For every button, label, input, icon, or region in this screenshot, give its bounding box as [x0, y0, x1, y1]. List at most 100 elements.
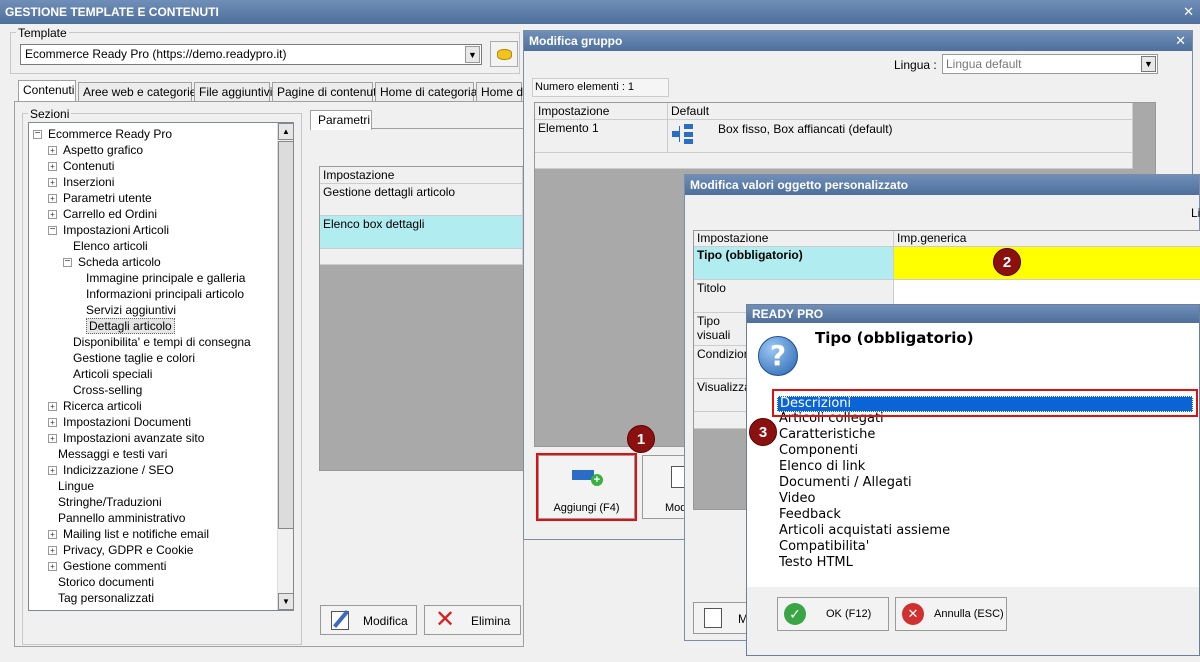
tree-item[interactable]: − Impostazioni Articoli	[48, 222, 169, 238]
collapse-icon[interactable]: −	[33, 129, 42, 140]
modifica-button[interactable]: Modifica	[320, 605, 417, 635]
expand-icon[interactable]: +	[48, 210, 57, 220]
params-row-gestione[interactable]: Gestione dettagli articolo	[320, 184, 523, 216]
tab-parametri[interactable]: Parametri	[310, 110, 372, 130]
expand-icon[interactable]: +	[48, 562, 57, 572]
tree-item[interactable]: Servizi aggiuntivi	[78, 302, 176, 318]
group-row-name[interactable]: Elemento 1	[535, 120, 668, 153]
expand-icon[interactable]: +	[48, 402, 57, 412]
custom-row-condizione[interactable]: Condizione	[694, 346, 754, 379]
tree-item[interactable]: Gestione taglie e colori	[63, 350, 195, 366]
expand-icon[interactable]: +	[48, 466, 57, 476]
scroll-down-icon[interactable]: ▼	[278, 593, 293, 610]
cancel-icon: ✕	[902, 603, 924, 625]
tree-item[interactable]: Articoli speciali	[63, 366, 152, 382]
tree-item[interactable]: Disponibilita' e tempi di consegna	[63, 334, 251, 350]
tree-item[interactable]: + Carrello ed Ordini	[48, 206, 157, 222]
annulla-button[interactable]: ✕ Annulla (ESC)	[895, 597, 1007, 631]
collapse-icon[interactable]: −	[48, 225, 57, 236]
option-item[interactable]: Componenti	[779, 443, 858, 459]
custom-row-tipo-visuali[interactable]: Tipo visuali	[694, 313, 754, 346]
sections-tree[interactable]: − Ecommerce Ready Pro + Aspetto grafico + Con…	[28, 122, 294, 611]
tree-item-label: Articoli speciali	[73, 367, 153, 381]
check-icon: ✓	[784, 603, 806, 625]
expand-icon[interactable]: +	[48, 530, 57, 540]
scroll-up-icon[interactable]: ▲	[278, 123, 293, 140]
tree-item[interactable]: + Impostazioni avanzate sito	[48, 430, 204, 446]
tree-item[interactable]: + Gestione commenti	[48, 558, 166, 574]
tree-item[interactable]: + Impostazioni Documenti	[48, 414, 191, 430]
tree-item[interactable]: Storico documenti	[48, 574, 154, 590]
template-select-value: Ecommerce Ready Pro (https://demo.readyp…	[25, 47, 287, 61]
group-row-value[interactable]: Box fisso, Box affiancati (default)	[668, 120, 1133, 153]
expand-icon[interactable]: +	[48, 434, 57, 444]
custom-row-visualizza[interactable]: Visualizza	[694, 379, 754, 412]
tab-0[interactable]: Contenuti	[18, 80, 76, 102]
chevron-down-icon[interactable]: ▼	[465, 46, 480, 63]
tree-item-label: Parametri utente	[63, 191, 152, 205]
tree-item[interactable]: + Mailing list e notifiche email	[48, 526, 209, 542]
params-row-elenco-box[interactable]: Elenco box dettagli	[320, 216, 523, 249]
option-item[interactable]: Elenco di link	[779, 459, 865, 475]
option-item[interactable]: Feedback	[779, 507, 841, 523]
tree-item[interactable]: Tag personalizzati	[48, 590, 154, 606]
tree-item[interactable]: + Ricerca articoli	[48, 398, 142, 414]
tree-item[interactable]: + Aspetto grafico	[48, 142, 143, 158]
custom-mod-button[interactable]: M	[693, 602, 753, 634]
tree-item[interactable]: Lingue	[48, 478, 94, 494]
option-item[interactable]: Testo HTML	[779, 555, 853, 571]
ok-button[interactable]: ✓ OK (F12)	[777, 597, 889, 631]
tree-item[interactable]: Messaggi e testi vari	[48, 446, 167, 462]
tree-item-label: Storico documenti	[58, 575, 155, 589]
tree-item[interactable]: Informazioni principali articolo	[78, 286, 244, 302]
tab-1[interactable]: Aree web e categorie	[78, 82, 196, 102]
tree-item[interactable]: + Contenuti	[48, 158, 114, 174]
collapse-icon[interactable]: −	[63, 257, 72, 268]
option-item[interactable]: Articoli acquistati assieme	[779, 523, 950, 539]
params-grid[interactable]: Impostazione Gestione dettagli articolo …	[319, 166, 524, 471]
tree-item[interactable]: + Indicizzazione / SEO	[48, 462, 174, 478]
tree-item[interactable]: Immagine principale e galleria	[78, 270, 245, 286]
custom-row-tipo[interactable]: Tipo (obbligatorio)	[694, 247, 894, 280]
template-db-button[interactable]	[490, 41, 518, 67]
option-item[interactable]: Video	[779, 491, 815, 507]
tree-item-label: Lingue	[58, 479, 95, 493]
scroll-thumb[interactable]	[278, 141, 293, 529]
option-item[interactable]: Compatibilita'	[779, 539, 869, 555]
tree-item[interactable]: + Privacy, GDPR e Cookie	[48, 542, 193, 558]
tab-5[interactable]: Home di	[476, 82, 526, 102]
tree-item-label: Gestione commenti	[63, 559, 167, 573]
tab-4[interactable]: Home di categoria	[375, 82, 477, 102]
expand-icon[interactable]: +	[48, 194, 57, 204]
tab-2[interactable]: File aggiuntivi	[194, 82, 272, 102]
group-lingua-select[interactable]: Lingua default ▼	[942, 54, 1158, 74]
tree-item[interactable]: + Inserzioni	[48, 174, 114, 190]
tab-3[interactable]: Pagine di contenuti	[272, 82, 379, 102]
tree-scrollbar[interactable]: ▲ ▼	[277, 123, 293, 610]
annotation-badge-3: 3	[749, 418, 777, 446]
expand-icon[interactable]: +	[48, 418, 57, 428]
tree-item[interactable]: Cross-selling	[63, 382, 142, 398]
tree-item[interactable]: − Ecommerce Ready Pro	[33, 126, 172, 142]
tree-item[interactable]: Elenco articoli	[63, 238, 148, 254]
option-item[interactable]: Documenti / Allegati	[779, 475, 912, 491]
custom-title: Modifica valori oggetto personalizzato	[690, 178, 909, 192]
custom-row-tipo-value[interactable]	[894, 247, 1200, 280]
expand-icon[interactable]: +	[48, 146, 57, 156]
chevron-down-icon[interactable]: ▼	[1141, 56, 1156, 72]
elimina-button[interactable]: ✕ Elimina	[424, 605, 521, 635]
tree-item-label: Ricerca articoli	[63, 399, 142, 413]
tree-item[interactable]: Stringhe/Traduzioni	[48, 494, 162, 510]
close-icon[interactable]: ✕	[1183, 0, 1194, 24]
tree-item[interactable]: Pannello amministrativo	[48, 510, 185, 526]
tree-item[interactable]: Dettagli articolo	[78, 318, 175, 334]
expand-icon[interactable]: +	[48, 546, 57, 556]
option-item[interactable]: Caratteristiche	[779, 427, 875, 443]
tree-item[interactable]: + Parametri utente	[48, 190, 152, 206]
group-close-icon[interactable]: ✕	[1175, 31, 1186, 51]
expand-icon[interactable]: +	[48, 178, 57, 188]
expand-icon[interactable]: +	[48, 162, 57, 172]
tree-item[interactable]: − Scheda articolo	[63, 254, 161, 270]
tree-item-label: Tag personalizzati	[58, 591, 155, 605]
template-select[interactable]: Ecommerce Ready Pro (https://demo.readyp…	[20, 44, 482, 65]
